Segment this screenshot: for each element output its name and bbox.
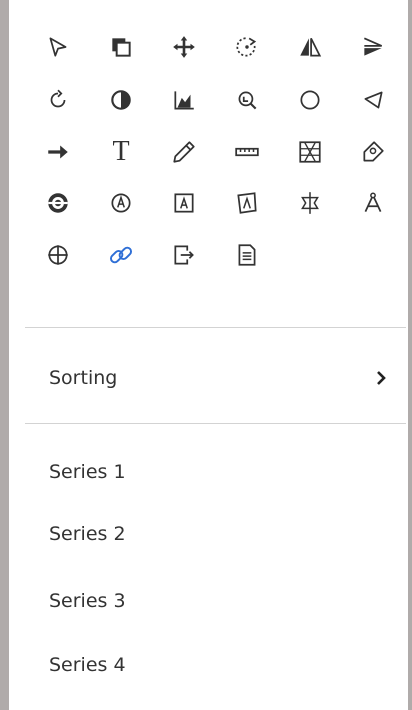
eye-icon[interactable] [38, 183, 78, 223]
chart-icon[interactable] [164, 80, 204, 120]
perspective-icon[interactable] [290, 183, 330, 223]
compass-icon[interactable] [353, 183, 393, 223]
rotate-circle-icon[interactable] [38, 80, 78, 120]
contrast-icon[interactable] [101, 80, 141, 120]
flag-icon[interactable] [353, 27, 393, 67]
at-sign-icon[interactable] [101, 183, 141, 223]
chevron-right-icon [377, 371, 386, 385]
ruler-icon[interactable] [227, 132, 267, 172]
divider [25, 423, 406, 424]
pattern-icon[interactable] [290, 132, 330, 172]
text-icon[interactable]: T [101, 132, 141, 172]
circle-icon[interactable] [290, 80, 330, 120]
sorting-label: Sorting [49, 367, 118, 389]
framed-symbol-icon[interactable] [164, 183, 204, 223]
tilted-frame-icon[interactable] [227, 183, 267, 223]
link-icon[interactable] [101, 235, 141, 275]
series-item-4[interactable]: Series 4 [9, 635, 407, 695]
crosshair-icon[interactable] [38, 235, 78, 275]
series-label: Series 4 [49, 654, 126, 676]
duplicate-icon[interactable] [101, 27, 141, 67]
rotate-dotted-icon[interactable] [227, 27, 267, 67]
series-item-1[interactable]: Series 1 [9, 442, 407, 502]
tag-icon[interactable] [353, 132, 393, 172]
zoom-out-icon[interactable] [227, 80, 267, 120]
shape-icon[interactable] [353, 80, 393, 120]
text-tool-glyph: T [112, 136, 130, 167]
series-label: Series 2 [49, 523, 126, 545]
divider [25, 327, 406, 328]
tool-grid: T [9, 0, 407, 328]
series-item-2[interactable]: Series 2 [9, 504, 407, 564]
pencil-icon[interactable] [164, 132, 204, 172]
sorting-menu-item[interactable]: Sorting [9, 348, 407, 408]
move-icon[interactable] [164, 27, 204, 67]
series-label: Series 3 [49, 590, 126, 612]
series-item-3[interactable]: Series 3 [9, 571, 407, 631]
export-icon[interactable] [164, 235, 204, 275]
document-icon[interactable] [227, 235, 267, 275]
mirror-icon[interactable] [290, 27, 330, 67]
series-label: Series 1 [49, 461, 126, 483]
right-arrow-icon[interactable] [38, 132, 78, 172]
pointer-arrow-icon[interactable] [38, 27, 78, 67]
